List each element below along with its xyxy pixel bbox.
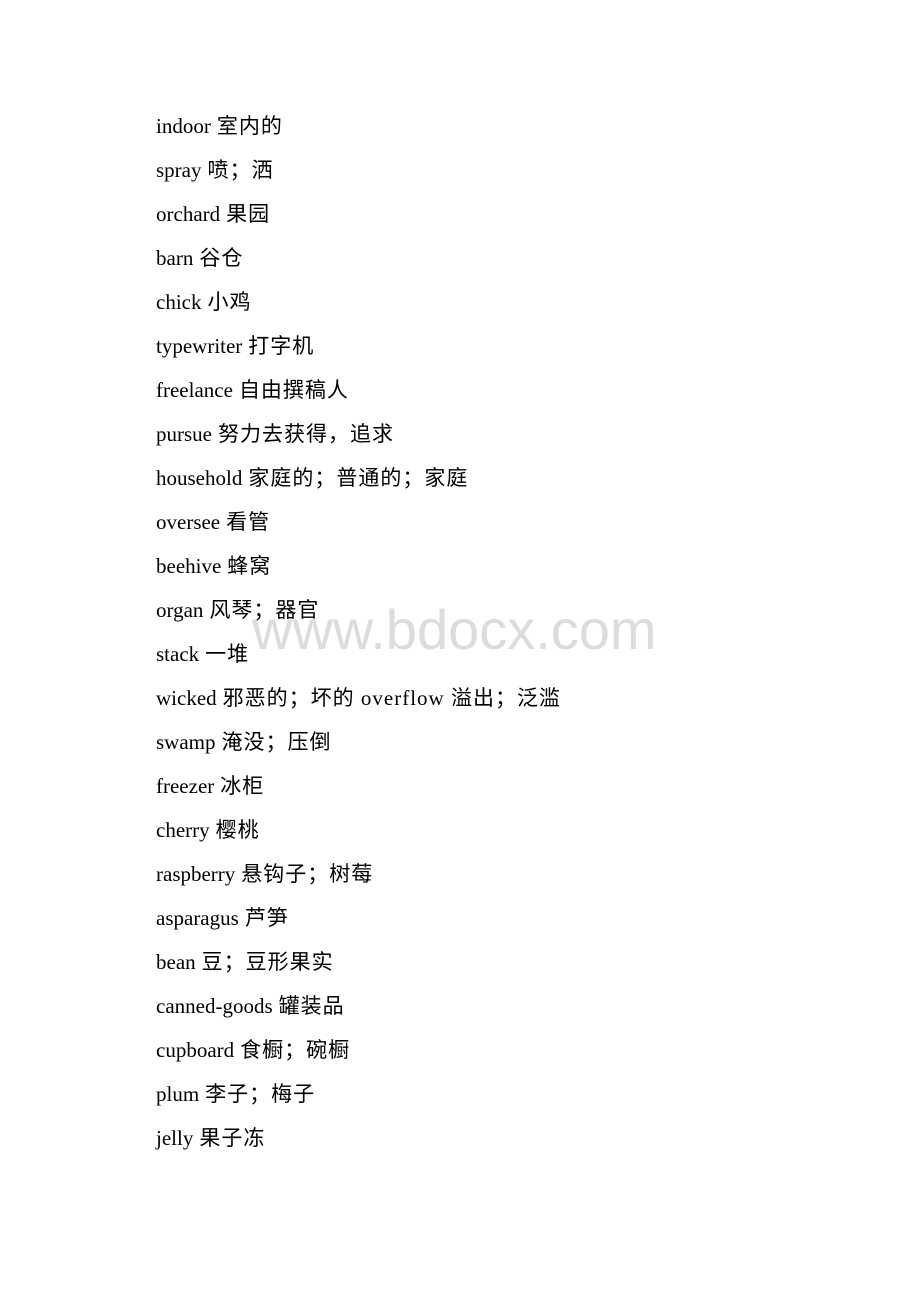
entry-word: stack (156, 642, 200, 666)
entry-word: pursue (156, 422, 212, 446)
entry-gloss: 樱桃 (215, 818, 260, 842)
vocabulary-entry: indoor 室内的 (156, 109, 561, 153)
entry-gloss: 自由撰稿人 (238, 378, 349, 402)
vocabulary-entry: beehive 蜂窝 (156, 549, 561, 593)
entry-gloss: 李子；梅子 (205, 1082, 316, 1106)
entry-gloss: 豆；豆形果实 (201, 950, 334, 974)
entry-gloss: 谷仓 (199, 246, 244, 270)
entry-gloss: 悬钩子；树莓 (241, 862, 374, 886)
entry-gloss: 淹没；压倒 (221, 730, 332, 754)
entry-word: cherry (156, 818, 210, 842)
vocabulary-entry: organ 风琴；器官 (156, 593, 561, 637)
vocabulary-entry: plum 李子；梅子 (156, 1077, 561, 1121)
vocabulary-entry: stack 一堆 (156, 637, 561, 681)
vocabulary-entry: freelance 自由撰稿人 (156, 373, 561, 417)
entry-word: oversee (156, 510, 221, 534)
entry-gloss: 果子冻 (199, 1126, 266, 1150)
vocabulary-entry: canned-goods 罐装品 (156, 989, 561, 1033)
entry-word: canned-goods (156, 994, 273, 1018)
entry-word: raspberry (156, 862, 236, 886)
entry-word: freelance (156, 378, 233, 402)
entry-word: bean (156, 950, 196, 974)
entry-word: organ (156, 598, 204, 622)
entry-gloss: 打字机 (248, 334, 315, 358)
entry-gloss: 果园 (226, 202, 271, 226)
vocabulary-entry: cherry 樱桃 (156, 813, 561, 857)
vocabulary-entry: swamp 淹没；压倒 (156, 725, 561, 769)
entry-gloss: 芦笋 (244, 906, 289, 930)
vocabulary-entry: oversee 看管 (156, 505, 561, 549)
entry-gloss: 一堆 (205, 642, 250, 666)
entry-gloss: 邪恶的；坏的 overflow 溢出；泛滥 (222, 686, 561, 710)
entry-word: barn (156, 246, 194, 270)
entry-gloss: 风琴；器官 (209, 598, 320, 622)
entry-gloss: 小鸡 (207, 290, 252, 314)
entry-word: freezer (156, 774, 215, 798)
entry-gloss: 蜂窝 (227, 554, 272, 578)
vocabulary-list: indoor 室内的 spray 喷；洒 orchard 果园 barn 谷仓 chic… (156, 109, 561, 1165)
entry-word: wicked (156, 686, 217, 710)
vocabulary-entry: typewriter 打字机 (156, 329, 561, 373)
vocabulary-entry: household 家庭的；普通的；家庭 (156, 461, 561, 505)
entry-word: spray (156, 158, 202, 182)
entry-word: indoor (156, 114, 211, 138)
entry-gloss: 喷；洒 (207, 158, 274, 182)
entry-gloss: 看管 (226, 510, 271, 534)
vocabulary-entry: asparagus 芦笋 (156, 901, 561, 945)
vocabulary-entry: jelly 果子冻 (156, 1121, 561, 1165)
vocabulary-entry: pursue 努力去获得，追求 (156, 417, 561, 461)
entry-word: asparagus (156, 906, 239, 930)
entry-gloss: 冰柜 (220, 774, 265, 798)
entry-gloss: 罐装品 (278, 994, 345, 1018)
vocabulary-entry: chick 小鸡 (156, 285, 561, 329)
entry-word: beehive (156, 554, 222, 578)
entry-word: household (156, 466, 243, 490)
vocabulary-entry: cupboard 食橱；碗橱 (156, 1033, 561, 1077)
vocabulary-entry: freezer 冰柜 (156, 769, 561, 813)
entry-gloss: 室内的 (216, 114, 283, 138)
document-page: indoor 室内的 spray 喷；洒 orchard 果园 barn 谷仓 chic… (0, 0, 920, 1302)
entry-word: swamp (156, 730, 216, 754)
entry-word: plum (156, 1082, 200, 1106)
vocabulary-entry: barn 谷仓 (156, 241, 561, 285)
entry-gloss: 家庭的；普通的；家庭 (248, 466, 469, 490)
entry-word: chick (156, 290, 202, 314)
vocabulary-entry: wicked 邪恶的；坏的 overflow 溢出；泛滥 (156, 681, 561, 725)
vocabulary-entry: raspberry 悬钩子；树莓 (156, 857, 561, 901)
entry-word: orchard (156, 202, 221, 226)
entry-gloss: 食橱；碗橱 (240, 1038, 351, 1062)
entry-word: cupboard (156, 1038, 235, 1062)
vocabulary-entry: bean 豆；豆形果实 (156, 945, 561, 989)
entry-word: typewriter (156, 334, 243, 358)
vocabulary-entry: spray 喷；洒 (156, 153, 561, 197)
entry-word: jelly (156, 1126, 194, 1150)
entry-gloss: 努力去获得，追求 (218, 422, 394, 446)
vocabulary-entry: orchard 果园 (156, 197, 561, 241)
